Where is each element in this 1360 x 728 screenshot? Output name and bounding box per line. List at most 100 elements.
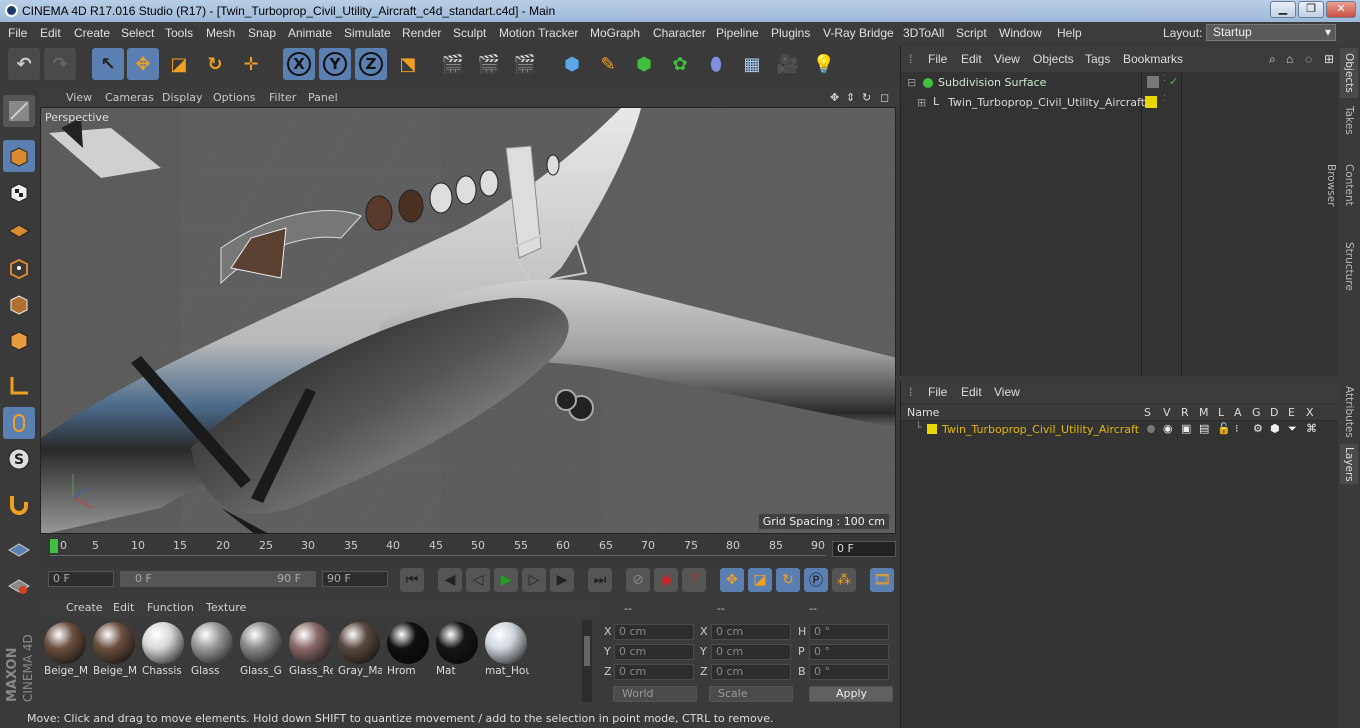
size-mode-select[interactable]: Scale [709, 686, 793, 702]
col-render[interactable]: R [1181, 406, 1189, 419]
current-frame-field[interactable]: 0 F [832, 541, 896, 557]
menu-edit[interactable]: Edit [40, 26, 61, 40]
material-thumbnail[interactable]: Glass [189, 620, 235, 678]
new-panel-icon[interactable]: ⊞ [1324, 52, 1334, 66]
cube-primitive-icon[interactable]: ⬢ [556, 48, 588, 80]
viewport-menu-cameras[interactable]: Cameras [105, 91, 154, 104]
enabled-check-icon[interactable]: ✓ [1169, 75, 1178, 88]
viewport-menu-view[interactable]: View [66, 91, 92, 104]
object-menu-edit[interactable]: Edit [961, 52, 982, 66]
points-mode-icon[interactable] [3, 252, 35, 284]
key-parameter-icon[interactable]: Ⓟ [804, 568, 828, 592]
undo-icon[interactable]: ↶ [8, 48, 40, 80]
col-deformers[interactable]: D [1270, 406, 1278, 419]
eye-icon[interactable]: ◉ [1163, 422, 1173, 435]
object-row-aircraft[interactable]: ⊞ L Twin_Turboprop_Civil_Utility_Aircraf… [901, 93, 1339, 113]
previous-frame-icon[interactable]: ◁ [466, 568, 490, 592]
material-menu-create[interactable]: Create [66, 601, 103, 614]
tab-takes[interactable]: Takes [1340, 102, 1358, 138]
recent-tools-icon[interactable]: ✛ [235, 48, 267, 80]
menu-character[interactable]: Character [653, 26, 706, 40]
model-mode-icon[interactable] [3, 140, 35, 172]
rotation-h-field[interactable]: 0 ° [809, 624, 889, 640]
material-thumbnail[interactable]: Mat [434, 620, 480, 678]
close-button[interactable]: ✕ [1326, 1, 1356, 18]
rotate-tool-icon[interactable]: ↻ [199, 48, 231, 80]
menu-script[interactable]: Script [956, 26, 987, 40]
render-picture-viewer-icon[interactable]: 🎬 [473, 48, 505, 80]
axis-mode-icon[interactable] [3, 370, 35, 402]
expand-icon[interactable]: ⊟ [907, 76, 916, 89]
viewport-menu-display[interactable]: Display [162, 91, 203, 104]
expand-icon[interactable]: ⊞ [917, 96, 926, 109]
workplane-icon[interactable] [3, 212, 35, 244]
visibility-icon[interactable]: ◌ [1305, 52, 1312, 66]
tweak-mode-icon[interactable] [3, 407, 35, 439]
panel-grip-icon[interactable]: ⁞ [909, 52, 912, 66]
render-icon[interactable]: ▣ [1181, 422, 1191, 435]
pen-spline-icon[interactable]: ✎ [592, 48, 624, 80]
position-x-field[interactable]: 0 cm [614, 624, 694, 640]
tab-attributes[interactable]: Attributes [1340, 384, 1358, 440]
material-menu-edit[interactable]: Edit [113, 601, 134, 614]
layer-menu-edit[interactable]: Edit [961, 385, 982, 399]
key-scale-icon[interactable]: ◪ [748, 568, 772, 592]
size-z-field[interactable]: 0 cm [711, 664, 791, 680]
menu-mesh[interactable]: Mesh [206, 26, 235, 40]
render-view-icon[interactable]: 🎬 [437, 48, 469, 80]
size-x-field[interactable]: 0 cm [711, 624, 791, 640]
menu-animate[interactable]: Animate [288, 26, 332, 40]
position-z-field[interactable]: 0 cm [614, 664, 694, 680]
col-generators[interactable]: G [1252, 406, 1261, 419]
auto-keying-icon[interactable]: ◉ [654, 568, 678, 592]
material-thumbnail[interactable]: Glass_G [238, 620, 284, 678]
home-icon[interactable]: ⌂ [1286, 52, 1293, 66]
edges-mode-icon[interactable] [3, 288, 35, 320]
camera-icon[interactable]: 🎥 [772, 48, 804, 80]
next-key-icon[interactable]: ▶ [550, 568, 574, 592]
xref-icon[interactable]: ⌘ [1306, 422, 1317, 435]
timeline-window-icon[interactable]: 🎞 [870, 568, 894, 592]
rotation-p-field[interactable]: 0 ° [809, 644, 889, 660]
size-y-field[interactable]: 0 cm [711, 644, 791, 660]
coordinate-system-icon[interactable]: ⬔ [392, 48, 424, 80]
live-selection-icon[interactable]: ↖ [92, 48, 124, 80]
visibility-dots-icon[interactable]: ⁚ [1163, 94, 1166, 104]
menu-mograph[interactable]: MoGraph [590, 26, 640, 40]
dolly-view-icon[interactable]: ⇕ [846, 91, 855, 104]
panel-grip-icon[interactable]: ⁞ [909, 385, 912, 399]
visibility-dots-icon[interactable]: ⁚ [1163, 74, 1166, 84]
lock-icon[interactable]: 🔓 [1217, 422, 1231, 435]
material-thumbnail[interactable]: Hrom [385, 620, 431, 678]
col-name[interactable]: Name [907, 406, 939, 419]
menu-select[interactable]: Select [121, 26, 154, 40]
menu-file[interactable]: File [8, 26, 27, 40]
key-rotation-icon[interactable]: ↻ [776, 568, 800, 592]
key-point-level-icon[interactable]: ⁂ [832, 568, 856, 592]
previous-key-icon[interactable]: ◀ [438, 568, 462, 592]
solo-toggle-icon[interactable] [1147, 425, 1155, 433]
pan-view-icon[interactable]: ✥ [830, 91, 839, 104]
layer-name[interactable]: Twin_Turboprop_Civil_Utility_Aircraft [942, 423, 1139, 436]
deformer-icon[interactable]: ⬮ [700, 48, 732, 80]
animation-icon[interactable]: ⁝ [1235, 422, 1239, 435]
layer-menu-file[interactable]: File [928, 385, 947, 399]
workplane-snap-icon[interactable] [3, 568, 35, 600]
subdivision-surface-icon[interactable]: ⬢ [628, 48, 660, 80]
grid-snap-icon[interactable] [3, 532, 35, 564]
material-thumbnail[interactable]: mat_Hou [483, 620, 529, 678]
generators-icon[interactable]: ⚙ [1253, 422, 1263, 435]
viewport-menu-filter[interactable]: Filter [269, 91, 296, 104]
go-to-end-icon[interactable]: ⏭ [588, 568, 612, 592]
material-menu-texture[interactable]: Texture [206, 601, 246, 614]
menu-sculpt[interactable]: Sculpt [453, 26, 486, 40]
object-menu-objects[interactable]: Objects [1033, 52, 1074, 66]
next-frame-icon[interactable]: ▷ [522, 568, 546, 592]
scale-tool-icon[interactable]: ◪ [163, 48, 195, 80]
coordinate-mode-select[interactable]: World [613, 686, 697, 702]
make-editable-icon[interactable] [3, 95, 35, 127]
layer-row[interactable]: └ Twin_Turboprop_Civil_Utility_Aircraft … [901, 421, 1339, 439]
texture-mode-icon[interactable] [3, 176, 35, 208]
frame-range-slider[interactable]: 0 F 90 F [120, 571, 316, 587]
start-frame-field[interactable]: 0 F [48, 571, 114, 587]
